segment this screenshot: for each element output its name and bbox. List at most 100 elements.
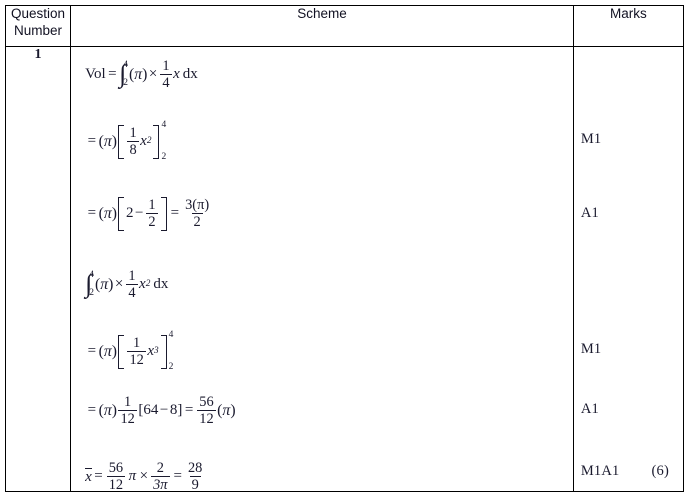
evaluation-bracket: 2 − 1 2	[117, 197, 168, 231]
fraction-result: 56 12	[197, 394, 216, 427]
fraction-denominator: 3π	[151, 476, 170, 494]
mark-code-1: M1	[580, 131, 602, 147]
integral-upper-limit: 4	[123, 59, 129, 70]
fraction-denominator: 9	[189, 476, 201, 494]
mark-code-2: A1	[580, 205, 599, 221]
fraction-denominator: 8	[127, 141, 139, 159]
integral-lower-limit: 2	[89, 288, 94, 299]
exponent: 2	[145, 279, 151, 290]
column-header-marks: Marks	[572, 5, 685, 47]
scheme-line-vol-definition: Vol = ∫ 4 2 (π) × 1 4 x dx	[85, 59, 198, 91]
pi-parenthesised: (π)	[98, 205, 117, 223]
fraction-numerator: 56	[108, 460, 124, 476]
definite-integral: ∫ 4 2	[119, 59, 129, 89]
fraction-denominator: 2	[146, 213, 158, 231]
mark-code-4: A1	[580, 401, 599, 417]
minus-sign: −	[159, 402, 169, 419]
fraction-numerator: 1	[124, 394, 132, 410]
table-header-row: Question Number Scheme Marks	[4, 5, 685, 47]
fraction-numerator: 1	[162, 58, 170, 74]
scheme-line-evaluate-quadratic: = (π) 1 12 [ 64 − 8 ] = 56 12 (π)	[85, 394, 236, 427]
pi-parenthesised: (π)	[217, 402, 236, 420]
multiplication-sign: ×	[148, 66, 158, 83]
fraction-result: 3(π) 2	[183, 198, 211, 230]
equals-sign-result: =	[184, 402, 194, 419]
pi-symbol: π	[128, 468, 137, 485]
pi-parenthesised: (π)	[98, 343, 117, 361]
pi-parenthesised: (π)	[98, 133, 117, 151]
bracket-right	[153, 125, 160, 159]
integral-lower-limit: 2	[123, 78, 129, 89]
question-number-header-line2: Number	[14, 22, 63, 38]
equals-sign-result: =	[173, 468, 182, 485]
mark-code-3: M1	[580, 341, 602, 357]
definite-integral: ∫ 4 2	[85, 270, 94, 299]
fraction-numerator: 28	[187, 460, 203, 476]
fraction-one-twelfth: 1 12	[118, 394, 137, 427]
question-number-cell: 1	[4, 46, 72, 492]
variable-x: x	[140, 133, 147, 150]
scheme-line-antiderivative-quadratic: = (π) 1 12 x3 4 2	[85, 330, 174, 371]
pi-symbol: π	[103, 205, 112, 223]
equals-sign: =	[108, 66, 117, 83]
minus-sign: −	[134, 205, 144, 222]
bracket-second-term: 8	[169, 402, 178, 419]
bracket-lower-limit: 2	[161, 152, 167, 163]
column-header-question-number: Question Number	[4, 5, 72, 47]
fraction-denominator: 12	[106, 476, 126, 494]
x-bar-symbol: x	[85, 468, 92, 486]
pi-symbol: π	[134, 66, 143, 84]
markscheme-page: Question Number Scheme Marks 1 Vol = ∫ 4…	[0, 0, 689, 504]
fraction-numerator: 1	[148, 197, 156, 213]
fraction-two-over-three-pi: 2 3π	[151, 460, 170, 494]
equals-sign: =	[87, 343, 97, 360]
scheme-line-antiderivative-linear: = (π) 1 8 x2 4 2	[85, 120, 167, 162]
equals-sign: =	[87, 205, 97, 222]
evaluation-bracket: 1 8 x2 4 2	[117, 120, 166, 162]
fraction-denominator: 4	[126, 284, 138, 302]
fraction-result: 28 9	[186, 461, 204, 493]
bracket-first-term: 64	[143, 402, 159, 419]
column-header-scheme: Scheme	[70, 5, 574, 47]
multiplication-sign: ×	[114, 276, 124, 293]
mark-code-final: M1A1	[580, 463, 620, 479]
fraction-numerator: 1	[133, 335, 141, 351]
fraction-fifty-six-twelfths: 56 12	[106, 460, 126, 494]
marks-total: (6)	[651, 463, 670, 479]
pi-parenthesised: (π)	[98, 402, 117, 420]
exponent: 2	[146, 136, 152, 147]
fraction-denominator: 4	[160, 74, 172, 92]
scheme-line-moment-integral: ∫ 4 2 (π) × 1 4 x 2 dx	[85, 269, 168, 301]
pi-symbol: π	[100, 276, 109, 294]
bracket-lower-limit: 2	[168, 362, 174, 373]
fraction-one-eighth: 1 8	[127, 125, 139, 159]
variable-x: x	[173, 66, 180, 83]
fraction-numerator: 1	[129, 125, 137, 141]
fraction-denominator: 12	[127, 351, 146, 369]
scheme-cell: Vol = ∫ 4 2 (π) × 1 4 x dx = (π) 1 8 x…	[70, 46, 574, 493]
fraction-one-half: 1 2	[146, 197, 158, 231]
question-number-value: 1	[34, 47, 42, 62]
fraction-one-twelfth: 1 12	[127, 335, 146, 369]
marks-cell: M1 A1 M1 A1 M1A1 (6)	[572, 46, 685, 492]
bracket-upper-limit: 4	[161, 120, 167, 130]
fraction-numerator: 56	[199, 394, 214, 410]
differential-dx: dx	[153, 276, 169, 293]
vol-label: Vol	[85, 66, 106, 83]
bracket-right	[160, 335, 167, 369]
bracket-left	[117, 197, 124, 231]
pi-parenthesised: (π)	[129, 66, 148, 84]
bracket-upper-limit: 4	[168, 330, 174, 340]
mark-code-5: M1A1 (6)	[581, 463, 669, 480]
pi-symbol: π	[103, 343, 112, 361]
variable-x: x	[139, 276, 146, 293]
variable-x: x	[147, 343, 155, 360]
exponent: 3	[154, 346, 159, 357]
fraction-denominator: 2	[191, 213, 203, 231]
pi-parenthesised: (π)	[94, 276, 114, 294]
scheme-line-centre-of-mass: x = 56 12 π × 2 3π = 28 9	[85, 461, 206, 493]
equals-sign: =	[94, 468, 103, 485]
bracket-term: 2	[125, 205, 134, 222]
question-number-header-line1: Question	[11, 6, 66, 21]
fraction-numerator: 2	[156, 460, 164, 476]
